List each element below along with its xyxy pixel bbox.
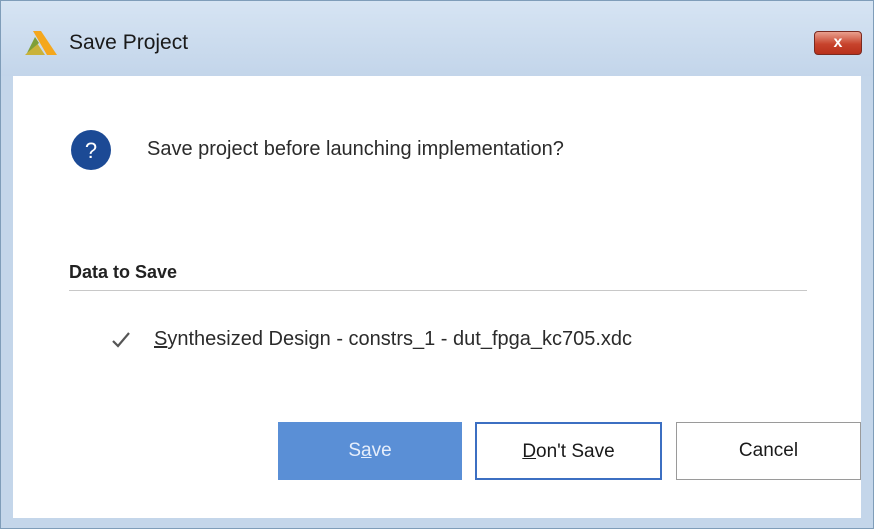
dialog-message: Save project before launching implementa… xyxy=(147,138,564,160)
cancel-button[interactable]: Cancel xyxy=(676,422,861,480)
question-icon: ? xyxy=(71,130,111,170)
save-button-mnemonic: a xyxy=(361,440,372,461)
close-button[interactable]: x xyxy=(814,31,862,55)
save-item-label-rest: ynthesized Design - constrs_1 - dut_fpga… xyxy=(167,328,633,350)
save-button-text-pre: S xyxy=(348,440,362,461)
dont-save-button-mnemonic: D xyxy=(522,441,537,462)
save-item-label[interactable]: Synthesized Design - constrs_1 - dut_fpg… xyxy=(154,328,632,351)
dont-save-button[interactable]: Don't Save xyxy=(475,422,662,480)
dialog-body: ? Save project before launching implemen… xyxy=(13,76,861,518)
window-title: Save Project xyxy=(69,31,189,54)
section-divider xyxy=(69,290,807,291)
dont-save-button-text: on't Save xyxy=(536,441,615,462)
section-title: Data to Save xyxy=(69,262,178,282)
question-mark: ? xyxy=(85,138,97,163)
save-button-text-post: ve xyxy=(371,440,392,461)
title-bar[interactable]: Save Project x xyxy=(1,1,873,76)
checkbox-checked-icon[interactable] xyxy=(110,329,132,351)
app-logo-icon xyxy=(25,31,57,55)
save-project-dialog: Save Project x ? Save project before lau… xyxy=(0,0,874,529)
save-item-label-mnemonic: S xyxy=(154,328,168,350)
save-button[interactable]: Save xyxy=(278,422,462,480)
